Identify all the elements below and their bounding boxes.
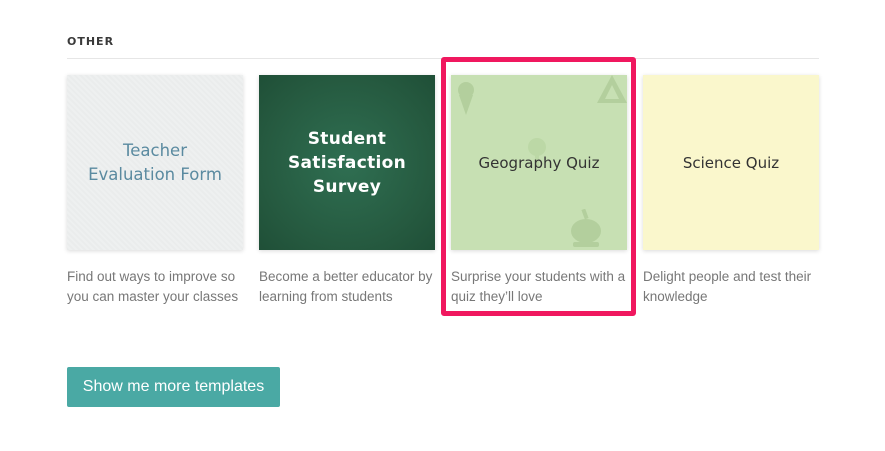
template-card-science-quiz[interactable]: Science Quiz Delight people and test the… [643,75,819,325]
template-description: Surprise your students with a quiz they’… [451,269,626,304]
template-title: Geography Quiz [478,153,600,172]
template-title: Teacher Evaluation Form [88,140,222,184]
template-title: Science Quiz [682,153,780,172]
show-more-templates-button[interactable]: Show me more templates [67,367,280,407]
section-divider [67,58,819,59]
template-card-student-survey[interactable]: Student Satisfaction Survey Become a bet… [259,75,435,325]
template-card-geography-quiz[interactable]: Geography Quiz Surprise your students wi… [451,75,627,325]
template-description: Find out ways to improve so you can mast… [67,269,239,304]
mountain-icon [597,75,627,103]
ice-cream-icon [458,82,474,115]
template-thumbnail-student-survey[interactable]: Student Satisfaction Survey [259,75,435,250]
template-title: Student Satisfaction Survey [287,128,407,197]
template-description: Delight people and test their knowledge [643,269,812,304]
template-card-teacher-evaluation[interactable]: Teacher Evaluation Form Find out ways to… [67,75,243,325]
template-description: Become a better educator by learning fro… [259,269,433,304]
section-title: OTHER [67,35,115,48]
template-thumbnail-geography-quiz[interactable]: Geography Quiz [451,75,627,250]
globe-icon [571,209,601,247]
template-thumbnail-science-quiz[interactable]: Science Quiz [643,75,819,250]
template-thumbnail-teacher-evaluation[interactable]: Teacher Evaluation Form [67,75,243,250]
